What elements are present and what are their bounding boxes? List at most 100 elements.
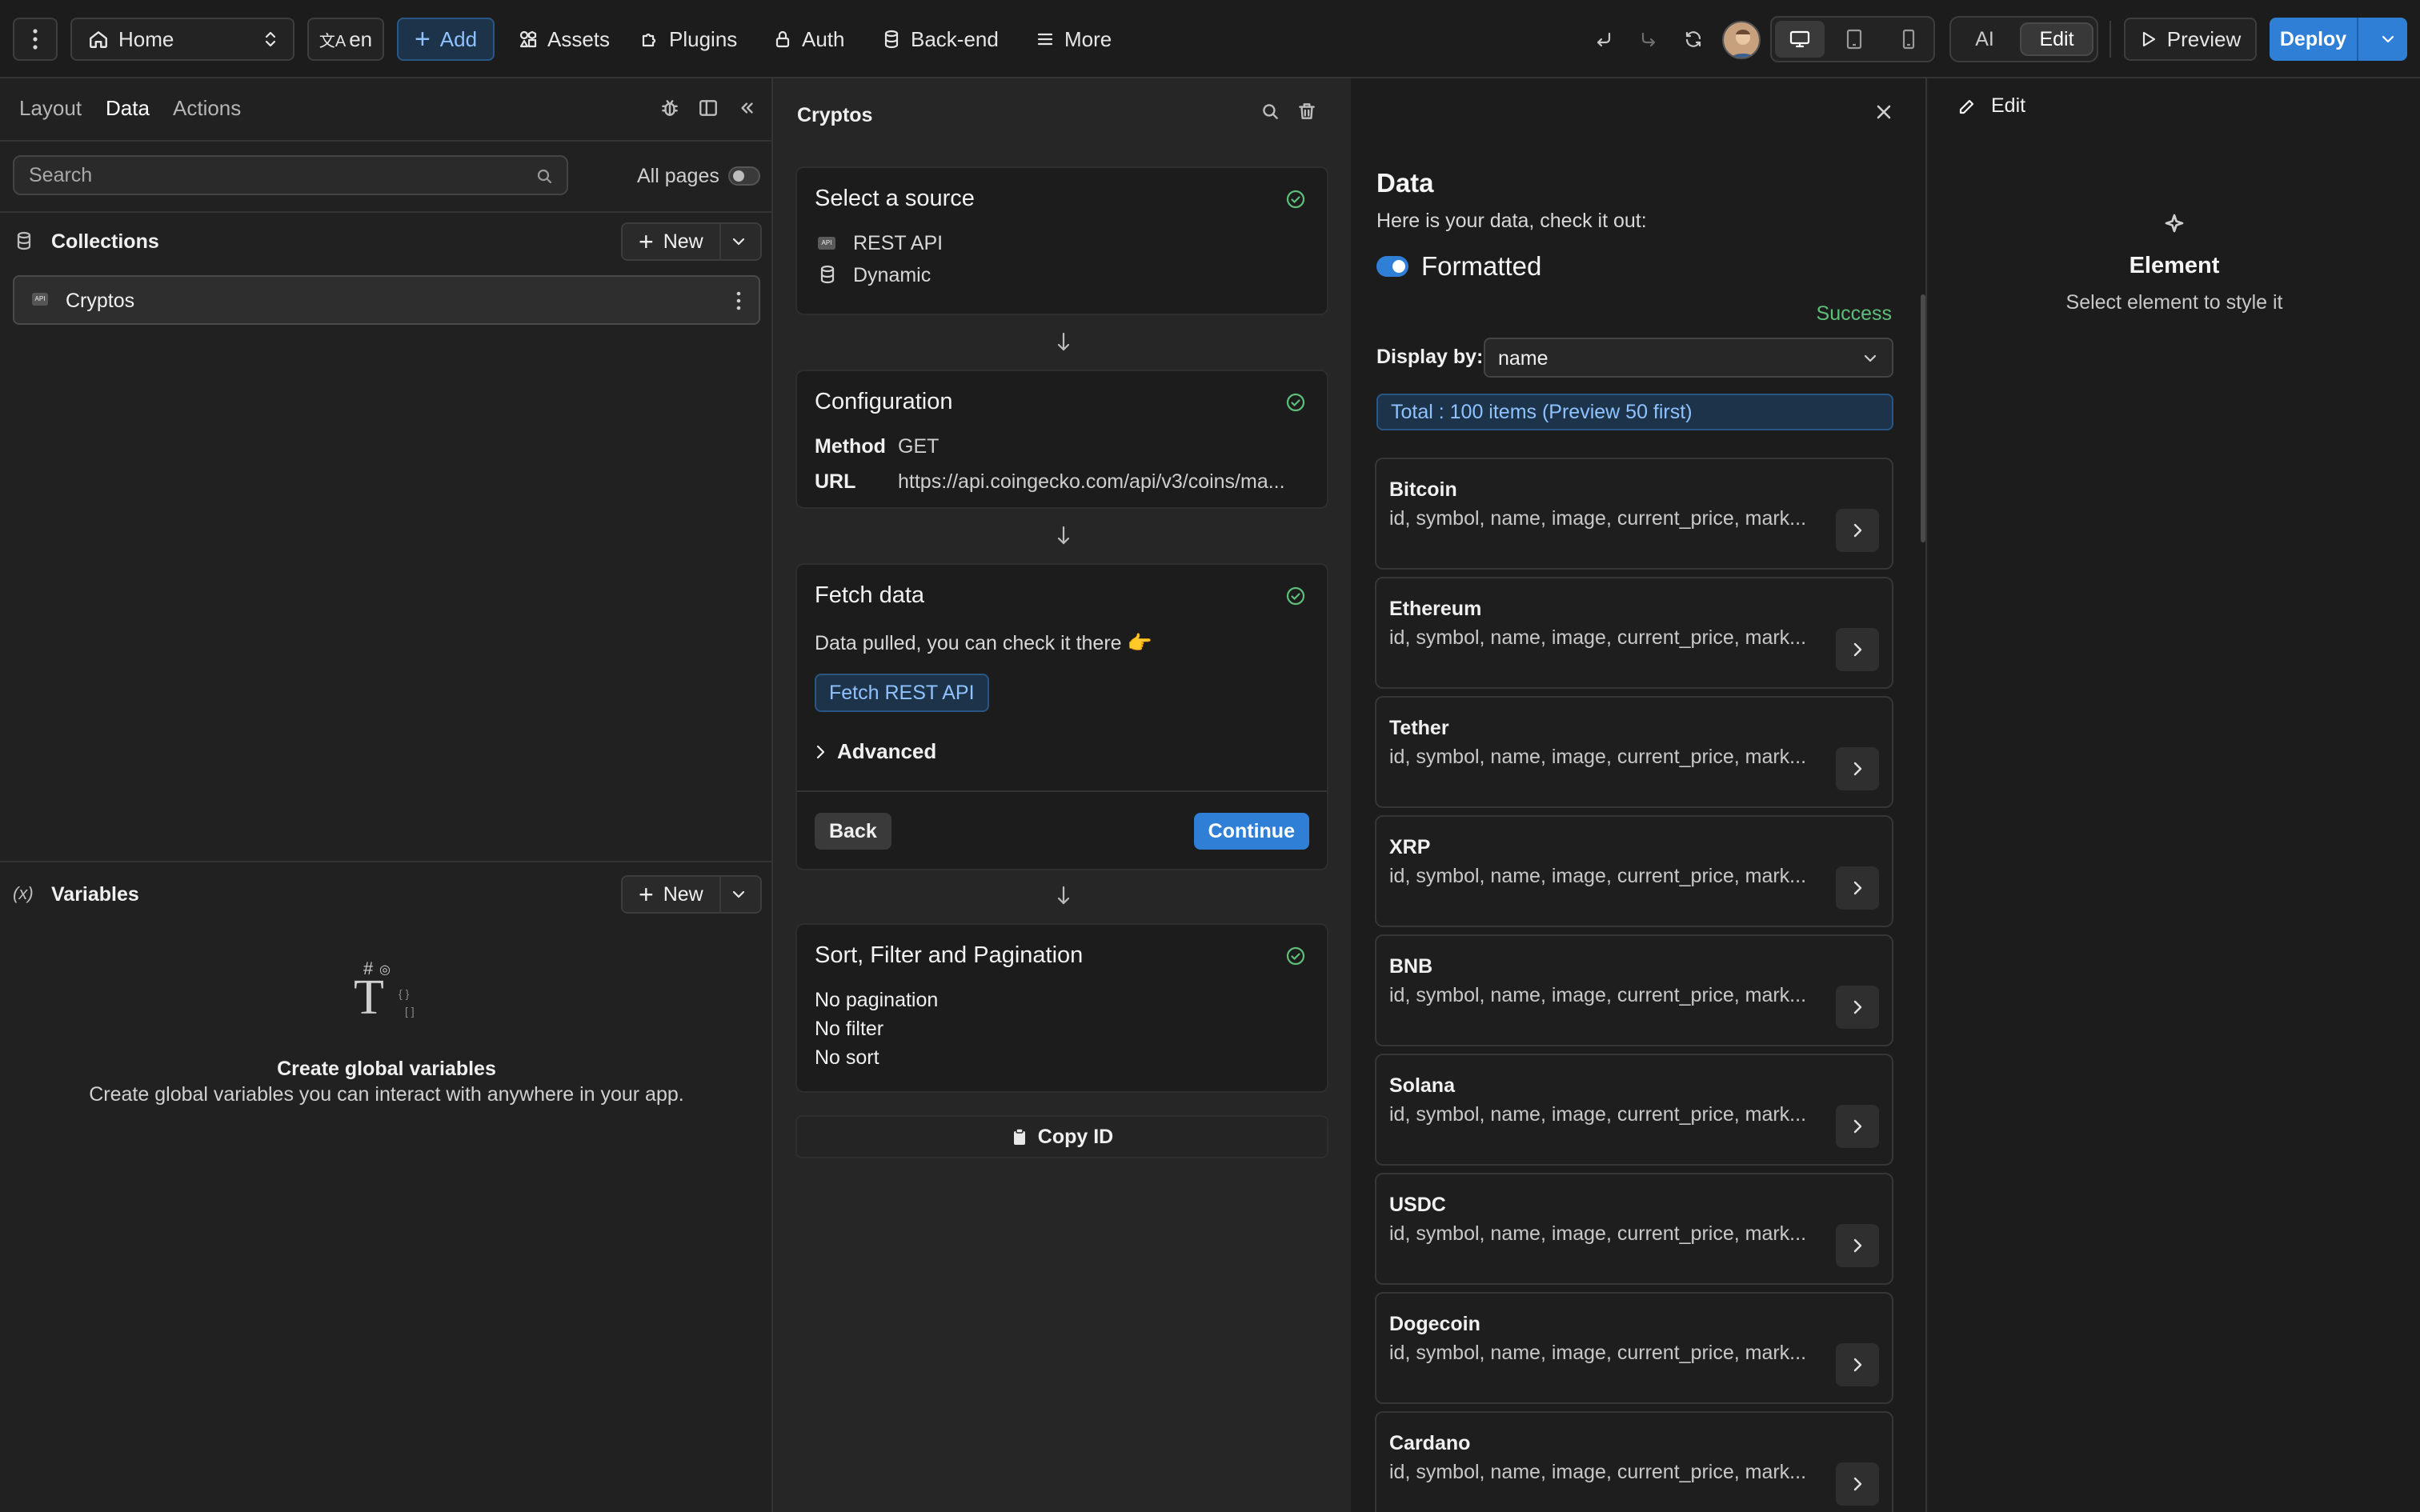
source-card[interactable]: Select a source API REST API Dynamic <box>795 166 1328 315</box>
nav-more-label: More <box>1064 26 1112 51</box>
tab-data[interactable]: Data <box>106 96 150 121</box>
expand-item-button[interactable] <box>1836 509 1879 552</box>
formatted-toggle[interactable] <box>1376 256 1408 277</box>
data-item-card[interactable]: Bitcoin id, symbol, name, image, current_… <box>1375 458 1893 570</box>
edit-header: Edit <box>1957 94 2025 118</box>
nav-auth[interactable]: Auth <box>773 18 845 61</box>
data-item-name: Cardano <box>1389 1432 1471 1454</box>
refresh-button[interactable] <box>1681 18 1706 61</box>
desktop-view-button[interactable] <box>1775 21 1825 58</box>
avatar[interactable] <box>1722 21 1761 59</box>
preview-button-label: Preview <box>2166 26 2242 51</box>
data-item-name: Solana <box>1389 1074 1455 1097</box>
undo-button[interactable] <box>1591 18 1617 61</box>
undo-icon <box>1597 32 1611 47</box>
tab-layout[interactable]: Layout <box>19 96 82 121</box>
assets-icon <box>519 30 537 48</box>
mode-ai-button[interactable]: AI <box>1956 22 2013 56</box>
display-by-select[interactable]: name <box>1484 338 1893 378</box>
data-panel-subtitle: Here is your data, check it out: <box>1376 210 1647 232</box>
add-button[interactable]: + Add <box>397 18 495 61</box>
nav-assets[interactable]: Assets <box>519 18 610 61</box>
expand-item-button[interactable] <box>1836 1224 1879 1267</box>
data-item-fields: id, symbol, name, image, current_price, … <box>1389 626 1807 649</box>
data-item-fields: id, symbol, name, image, current_price, … <box>1389 1222 1807 1245</box>
split-view-button[interactable] <box>698 98 719 118</box>
debug-button[interactable] <box>659 98 680 118</box>
scrollbar-thumb[interactable] <box>1921 294 1925 542</box>
api-icon: API <box>32 293 48 306</box>
continue-button[interactable]: Continue <box>1193 813 1309 850</box>
back-button[interactable]: Back <box>815 813 891 850</box>
expand-item-button[interactable] <box>1836 1343 1879 1386</box>
close-icon[interactable] <box>1873 101 1895 123</box>
all-pages-toggle[interactable] <box>728 166 760 186</box>
mobile-icon <box>1902 29 1915 50</box>
configuration-card[interactable]: Configuration Method GET URL https://api… <box>795 370 1328 509</box>
pencil-icon <box>1959 99 1974 114</box>
hamburger-icon <box>1037 33 1053 46</box>
clipboard-icon <box>1013 1128 1025 1145</box>
data-item-fields: id, symbol, name, image, current_price, … <box>1389 746 1807 768</box>
arrow-down-icon <box>1057 332 1070 351</box>
main-menu-button[interactable] <box>13 18 58 61</box>
data-item-card[interactable]: XRP id, symbol, name, image, current_pric… <box>1375 815 1893 927</box>
data-item-name: USDC <box>1389 1194 1446 1216</box>
advanced-toggle[interactable]: Advanced <box>815 739 936 764</box>
data-item-card[interactable]: Solana id, symbol, name, image, current_p… <box>1375 1054 1893 1166</box>
data-item-card[interactable]: Ethereum id, symbol, name, image, current… <box>1375 577 1893 689</box>
source-card-title: Select a source <box>815 186 975 211</box>
new-collection-button-group: + New <box>621 222 762 261</box>
expand-item-button[interactable] <box>1836 866 1879 910</box>
style-panel: Edit Element Select element to style it <box>1929 78 2420 1512</box>
nav-more[interactable]: More <box>1036 18 1112 61</box>
sort-filter-pagination-card[interactable]: Sort, Filter and Pagination No paginatio… <box>795 923 1328 1093</box>
collection-name: Cryptos <box>66 290 135 312</box>
kebab-menu-icon[interactable] <box>736 291 741 310</box>
new-variable-dropdown[interactable] <box>721 877 756 912</box>
deploy-dropdown-button[interactable] <box>2368 18 2407 61</box>
kebab-menu-icon <box>33 29 38 50</box>
collection-item[interactable]: API Cryptos <box>13 275 760 325</box>
language-button[interactable]: 文A en <box>307 18 384 61</box>
data-item-card[interactable]: Tether id, symbol, name, image, current_p… <box>1375 696 1893 808</box>
data-item-card[interactable]: Cardano id, symbol, name, image, current_… <box>1375 1411 1893 1512</box>
tablet-view-button[interactable] <box>1829 21 1879 58</box>
new-collection-dropdown[interactable] <box>721 224 756 259</box>
chevron-right-icon <box>1853 1119 1862 1134</box>
puzzle-icon <box>642 33 656 47</box>
collapse-panel-button[interactable] <box>736 98 757 118</box>
new-collection-button[interactable]: + New <box>623 224 721 259</box>
nav-backend[interactable]: Back-end <box>882 18 999 61</box>
redo-button[interactable] <box>1636 18 1661 61</box>
fetch-rest-api-button[interactable]: Fetch REST API <box>815 674 989 712</box>
plus-icon: + <box>414 24 431 54</box>
redo-icon <box>1641 32 1656 47</box>
expand-item-button[interactable] <box>1836 628 1879 671</box>
expand-item-button[interactable] <box>1836 747 1879 790</box>
data-item-card[interactable]: Dogecoin id, symbol, name, image, current… <box>1375 1292 1893 1404</box>
page-selector[interactable]: Home <box>70 18 294 61</box>
element-description: Select element to style it <box>2065 291 2283 314</box>
nav-plugins[interactable]: Plugins <box>640 18 737 61</box>
preview-button[interactable]: Preview <box>2124 18 2257 61</box>
delete-button[interactable] <box>1296 101 1317 122</box>
copy-id-button[interactable]: Copy ID <box>795 1115 1328 1158</box>
expand-item-button[interactable] <box>1836 1462 1879 1506</box>
new-variable-button[interactable]: + New <box>623 877 721 912</box>
expand-item-button[interactable] <box>1836 986 1879 1029</box>
tab-actions[interactable]: Actions <box>173 96 241 121</box>
desktop-icon <box>1789 30 1810 48</box>
mode-edit-button[interactable]: Edit <box>2020 22 2093 56</box>
chevron-down-icon <box>2382 35 2394 43</box>
search-button[interactable] <box>1260 101 1280 122</box>
sort-card-title: Sort, Filter and Pagination <box>815 942 1084 968</box>
mobile-view-button[interactable] <box>1884 21 1933 58</box>
search-input[interactable] <box>14 157 527 194</box>
data-item-card[interactable]: BNB id, symbol, name, image, current_pric… <box>1375 934 1893 1046</box>
data-item-card[interactable]: USDC id, symbol, name, image, current_pri… <box>1375 1173 1893 1285</box>
fetch-data-card: Fetch data Data pulled, you can check it… <box>795 563 1328 870</box>
chevron-right-icon <box>1853 1477 1862 1491</box>
deploy-button[interactable]: Deploy <box>2270 18 2359 61</box>
expand-item-button[interactable] <box>1836 1105 1879 1148</box>
